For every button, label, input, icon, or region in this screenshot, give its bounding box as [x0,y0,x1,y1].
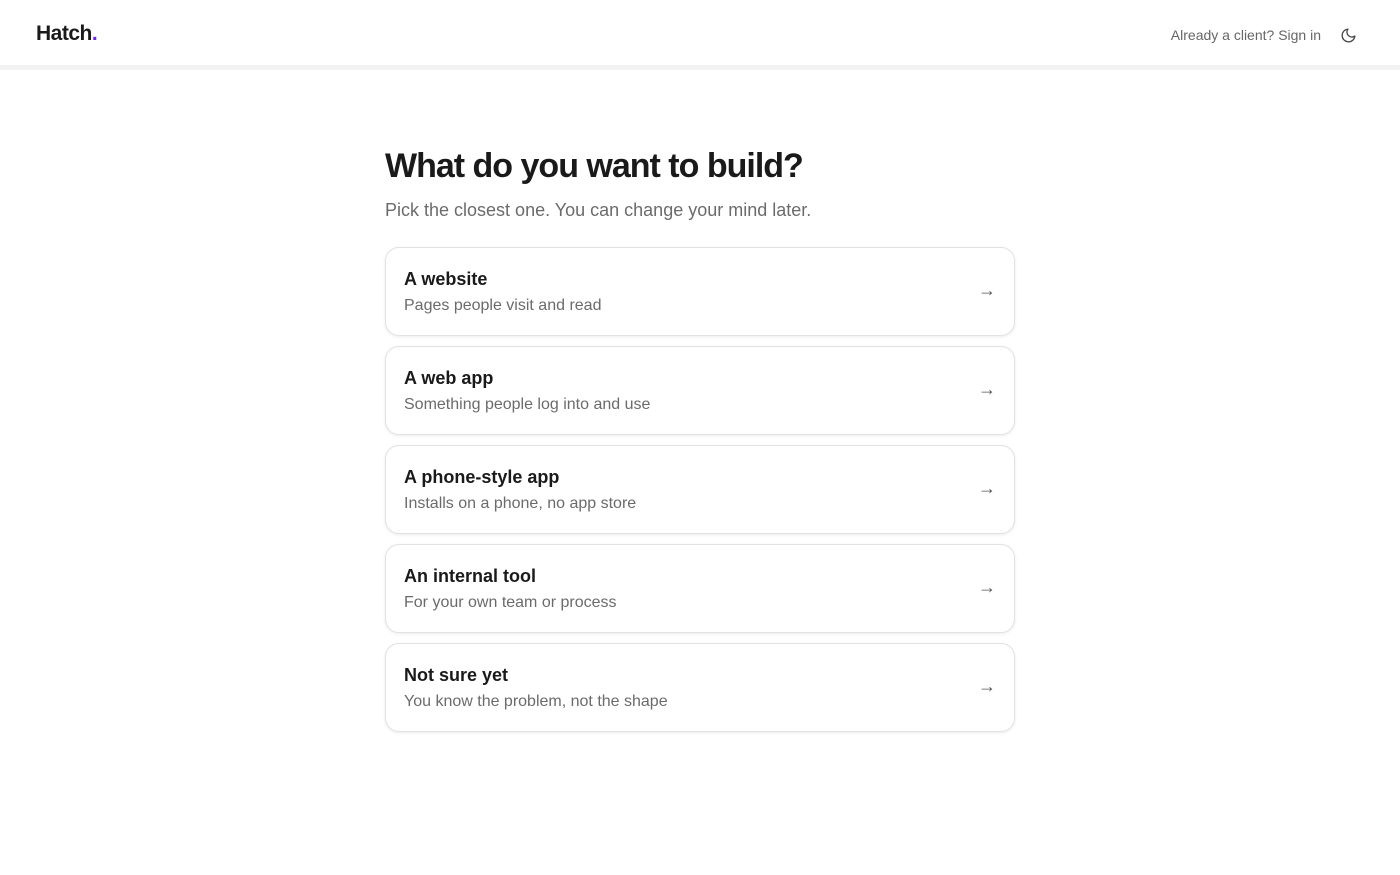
page-title: What do you want to build? [385,147,804,185]
option-list: A website Pages people visit and read → … [385,247,1015,732]
logo[interactable]: Hatch. [36,22,98,46]
option-title: A phone-style app [404,467,560,487]
arrow-right-icon: → [978,676,996,696]
logo-text: Hatch [36,22,92,45]
arrow-right-icon: → [978,577,996,597]
top-bar: Hatch. Already a client? Sign in [0,0,1400,70]
option-description: Something people log into and use [404,396,651,413]
option-title: Not sure yet [404,665,509,685]
option-web-app[interactable]: A web app Something people log into and … [385,346,1015,435]
option-description: You know the problem, not the shape [404,693,668,710]
option-not-sure-yet[interactable]: Not sure yet You know the problem, not t… [385,643,1015,732]
sign-in-link[interactable]: Already a client? Sign in [1171,27,1321,43]
arrow-right-icon: → [978,379,996,399]
option-title: A website [404,269,488,289]
option-description: Pages people visit and read [404,297,602,314]
option-title: An internal tool [404,566,536,586]
option-description: For your own team or process [404,594,617,611]
arrow-right-icon: → [978,478,996,498]
option-website[interactable]: A website Pages people visit and read → [385,247,1015,336]
option-description: Installs on a phone, no app store [404,495,637,512]
option-title: A web app [404,368,494,388]
page-subtitle: Pick the closest one. You can change you… [385,200,812,220]
main-content: What do you want to build? Pick the clos… [385,144,1015,732]
arrow-right-icon: → [978,280,996,300]
option-internal-tool[interactable]: An internal tool For your own team or pr… [385,544,1015,633]
option-phone-style-app[interactable]: A phone-style app Installs on a phone, n… [385,445,1015,534]
theme-toggle-button[interactable] [1338,25,1358,45]
moon-icon [1341,27,1356,42]
logo-dot: . [91,22,98,45]
